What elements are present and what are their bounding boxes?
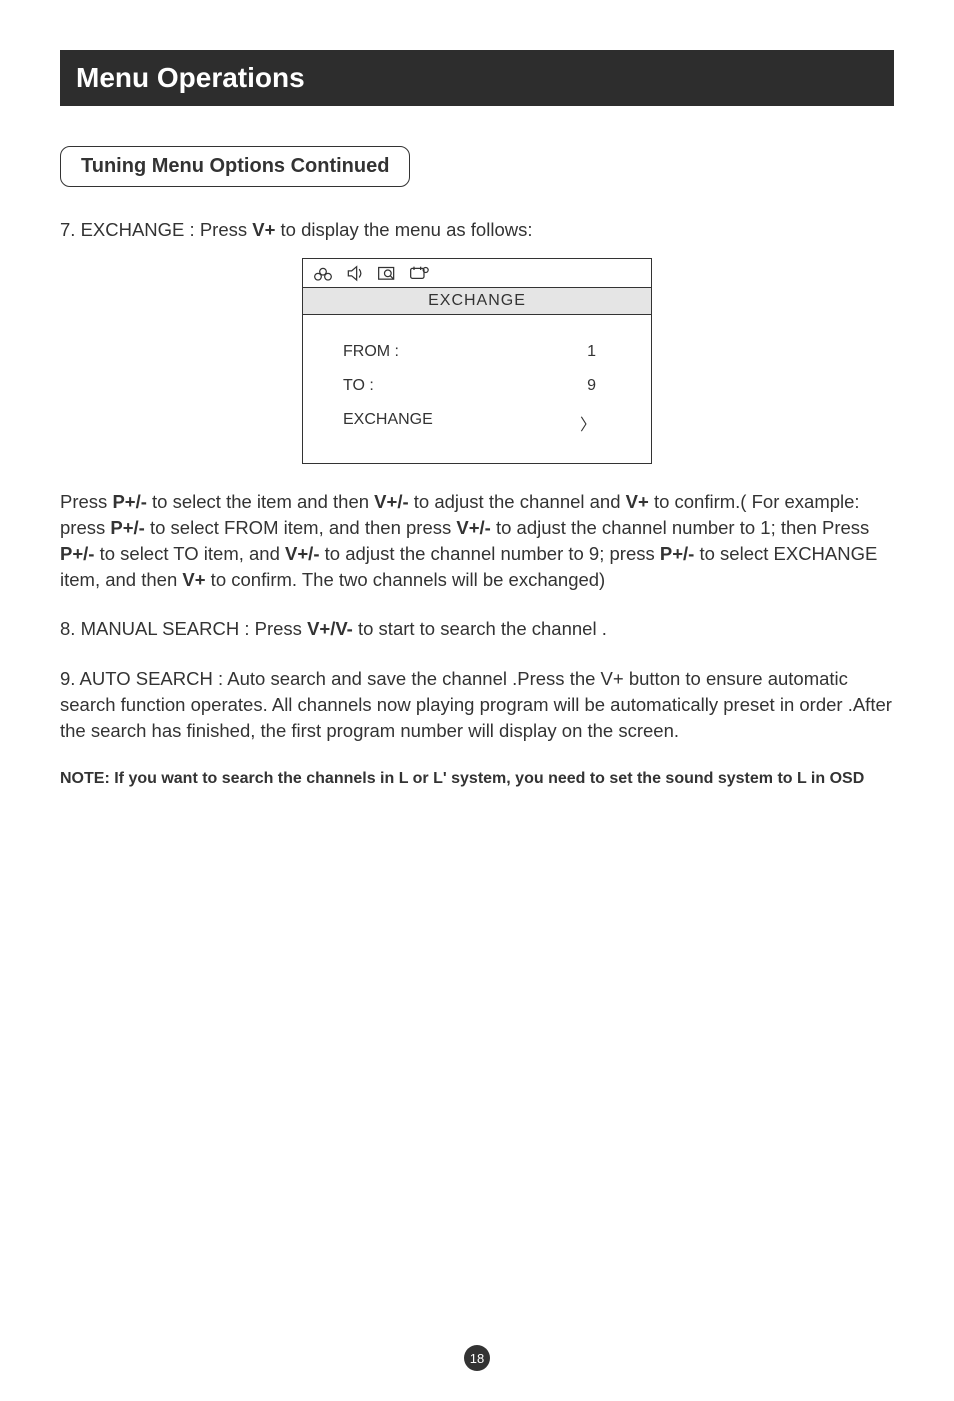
header-title: Menu Operations — [60, 50, 894, 106]
osd-label: FROM : — [343, 343, 399, 361]
settings-icon — [409, 265, 429, 281]
osd-title: EXCHANGE — [303, 288, 651, 315]
page-number: 18 — [464, 1345, 490, 1371]
text: 7. EXCHANGE : Press — [60, 219, 252, 240]
text: Press — [60, 491, 112, 512]
osd-row-from: FROM : 1 — [333, 335, 621, 369]
osd-row-exchange: EXCHANGE 〉 — [333, 403, 621, 443]
para-auto-search: 9. AUTO SEARCH : Auto search and save th… — [60, 666, 894, 744]
key: P+/- — [112, 491, 146, 512]
key: P+/- — [60, 543, 94, 564]
key: V+/- — [456, 517, 490, 538]
key: V+/- — [374, 491, 408, 512]
key: V+/V- — [307, 618, 353, 639]
para-manual-search: 8. MANUAL SEARCH : Press V+/V- to start … — [60, 616, 894, 642]
text: to adjust the channel and — [409, 491, 626, 512]
text: to select FROM item, and then press — [145, 517, 457, 538]
osd-value: 9 — [587, 377, 596, 395]
osd-label: TO : — [343, 377, 374, 395]
key: P+/- — [660, 543, 694, 564]
search-icon — [377, 265, 397, 281]
text: to start to search the channel . — [353, 618, 607, 639]
para-exchange-intro: 7. EXCHANGE : Press V+ to display the me… — [60, 217, 894, 243]
picture-icon — [313, 265, 333, 281]
key: V+ — [626, 491, 649, 512]
speaker-icon — [345, 265, 365, 281]
key: V+/- — [285, 543, 319, 564]
text: to confirm. The two channels will be exc… — [206, 569, 606, 590]
osd-value: 〉 — [580, 411, 596, 435]
osd-label: EXCHANGE — [343, 411, 433, 435]
subheader-box: Tuning Menu Options Continued — [60, 146, 410, 187]
text: to display the menu as follows: — [275, 219, 532, 240]
text: system, you need to set the sound system… — [447, 770, 865, 787]
osd-body: FROM : 1 TO : 9 EXCHANGE 〉 — [303, 315, 651, 463]
osd-icon-row — [303, 259, 651, 288]
text: NOTE: If you want to search the channels… — [60, 770, 443, 787]
osd-panel: EXCHANGE FROM : 1 TO : 9 EXCHANGE 〉 — [302, 258, 652, 464]
text: to select TO item, and — [94, 543, 285, 564]
para-explain: Press P+/- to select the item and then V… — [60, 489, 894, 593]
text: 8. MANUAL SEARCH : Press — [60, 618, 307, 639]
key: P+/- — [110, 517, 144, 538]
text: to adjust the channel number to 9; press — [319, 543, 659, 564]
text: to adjust the channel number to 1; then … — [491, 517, 869, 538]
text: to select the item and then — [147, 491, 374, 512]
key: V+ — [182, 569, 205, 590]
osd-row-to: TO : 9 — [333, 369, 621, 403]
key-vplus: V+ — [252, 219, 275, 240]
osd-value: 1 — [587, 343, 596, 361]
note-text: NOTE: If you want to search the channels… — [60, 768, 894, 790]
